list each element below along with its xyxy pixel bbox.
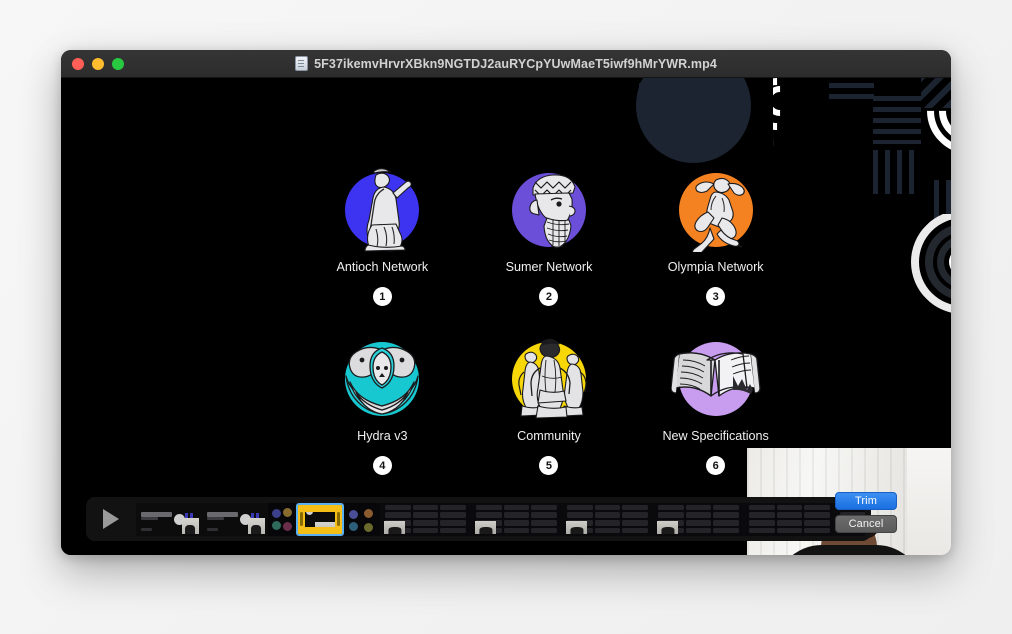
hydra-shield-icon [345,346,419,415]
roman-orator-statue-icon [364,168,413,252]
trim-handles[interactable] [298,504,342,534]
sumerian-king-head-icon [529,174,576,249]
app-icon-grid: Antioch Network 1 Sumer Network 2 Olympi… [299,163,799,475]
app-label: New Specifications [662,429,769,443]
playback-control-bar[interactable] [86,497,871,541]
decor-vertical-stripes-b [934,180,951,220]
trim-handle-right[interactable] [337,512,340,526]
decor-circle-dark [636,78,751,163]
document-icon [295,56,309,71]
window-title-group: 5F37ikemvHrvrXBkn9NGTDJ2auRYCpYUwMaeT5iw… [61,56,951,71]
desktop-background: 5F37ikemvHrvrXBkn9NGTDJ2auRYCpYUwMaeT5iw… [0,0,1012,634]
video-player-window[interactable]: 5F37ikemvHrvrXBkn9NGTDJ2auRYCpYUwMaeT5iw… [61,50,951,555]
video-timeline-scrubber[interactable] [136,502,865,536]
timeline-frame[interactable] [136,502,202,536]
timeline-frame[interactable] [744,502,835,536]
app-badge: 4 [372,456,392,475]
traffic-light-group [72,57,124,70]
timeline-frame[interactable] [268,502,296,536]
play-button[interactable] [86,497,136,541]
timeline-frame[interactable] [202,502,268,536]
greek-figures-group-icon [518,338,587,419]
new-specifications-icon[interactable] [669,332,763,426]
app-cell-antioch-network[interactable]: Antioch Network 1 [302,163,462,306]
timeline-frame[interactable] [653,502,744,536]
app-label: Hydra v3 [357,429,408,443]
window-title: 5F37ikemvHrvrXBkn9NGTDJ2auRYCpYUwMaeT5iw… [314,56,717,71]
decor-arc-white-right [909,86,951,176]
decor-diagonal-stripes-left [639,78,711,112]
decor-vertical-stripes-a [873,150,915,194]
trim-actions-popover[interactable]: Trim Cancel [835,492,897,533]
trim-range-selector[interactable] [296,502,344,536]
sumer-network-icon[interactable] [502,163,596,257]
app-badge: 6 [706,456,726,475]
decor-diagonal-stripes-right [921,78,951,108]
app-cell-community[interactable]: Community 5 [469,332,629,475]
app-badge: 2 [539,287,559,306]
decor-horizontal-stripes-a [829,78,874,100]
app-badge: 1 [372,287,392,306]
play-triangle-icon [103,509,119,529]
community-icon[interactable] [502,332,596,426]
app-label: Sumer Network [505,260,593,274]
decor-horizontal-stripes-b [873,96,921,144]
olympia-network-icon[interactable] [669,163,763,257]
maximize-window-button[interactable] [112,57,124,70]
app-badge: 3 [706,287,726,306]
timeline-frame[interactable] [562,502,653,536]
trim-button[interactable]: Trim [835,492,897,510]
app-label: Olympia Network [667,260,764,274]
antioch-network-icon[interactable] [335,163,429,257]
timeline-frame[interactable] [344,502,380,536]
app-label: Antioch Network [336,260,429,274]
app-cell-hydra-v3[interactable]: Hydra v3 4 [302,332,462,475]
app-cell-olympia-network[interactable]: Olympia Network 3 [636,163,796,306]
video-canvas[interactable]: Antioch Network 1 Sumer Network 2 Olympi… [61,78,951,555]
window-titlebar[interactable]: 5F37ikemvHrvrXBkn9NGTDJ2auRYCpYUwMaeT5iw… [61,50,951,78]
app-label: Community [517,429,581,443]
minimize-window-button[interactable] [92,57,104,70]
wall-panel [907,448,951,555]
app-badge: 5 [539,456,559,475]
open-book-icon [670,352,761,397]
app-cell-sumer-network[interactable]: Sumer Network 2 [469,163,629,306]
trim-handle-left[interactable] [300,512,303,526]
cancel-button[interactable]: Cancel [835,515,897,533]
discus-thrower-icon [691,177,745,252]
decor-arc-grey-lower [897,214,951,332]
close-window-button[interactable] [72,57,84,70]
hydra-v3-icon[interactable] [335,332,429,426]
timeline-frame[interactable] [380,502,471,536]
timeline-frame[interactable] [471,502,562,536]
decor-arc-white-top [773,78,853,150]
